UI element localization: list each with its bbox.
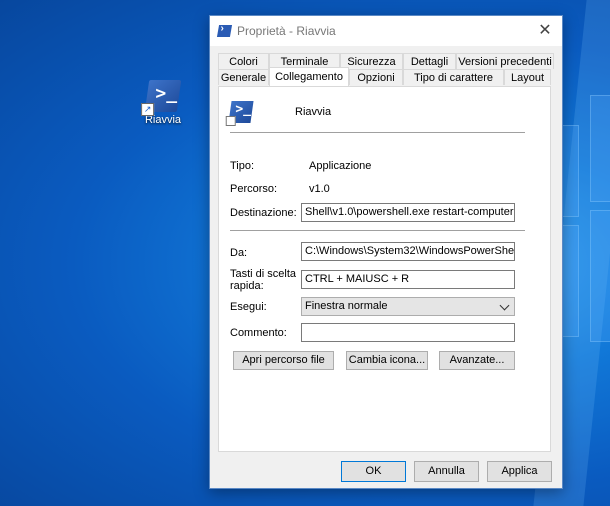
- hotkey-field[interactable]: CTRL + MAIUSC + R: [301, 270, 515, 289]
- powershell-icon: >_: [225, 101, 254, 126]
- separator: [230, 230, 525, 231]
- wallpaper-pane: [590, 95, 610, 202]
- tab-versioni-precedenti[interactable]: Versioni precedenti: [456, 53, 554, 69]
- properties-dialog: › Proprietà - Riavvia ✕ Colori Terminale…: [209, 15, 563, 489]
- open-file-location-button[interactable]: Apri percorso file: [233, 351, 334, 370]
- path-value: v1.0: [309, 183, 330, 195]
- tab-tipo-di-carattere[interactable]: Tipo di carattere: [403, 69, 504, 85]
- close-icon[interactable]: ✕: [534, 20, 556, 42]
- advanced-button[interactable]: Avanzate...: [439, 351, 515, 370]
- run-select-value: Finestra normale: [305, 300, 388, 312]
- start-in-field[interactable]: C:\Windows\System32\WindowsPowerShell\v1…: [301, 242, 515, 261]
- wallpaper-pane: [561, 225, 579, 337]
- shortcut-arrow-icon: ↗: [141, 103, 155, 116]
- start-in-label: Da:: [230, 247, 248, 259]
- powershell-icon: >_ ↗: [141, 80, 182, 116]
- tab-row-2: Generale Collegamento Opzioni Tipo di ca…: [218, 67, 551, 86]
- title-bar[interactable]: › Proprietà - Riavvia ✕: [210, 16, 562, 46]
- tab-colori[interactable]: Colori: [218, 53, 269, 69]
- tab-generale[interactable]: Generale: [218, 69, 269, 85]
- ok-button[interactable]: OK: [341, 461, 406, 482]
- collegamento-panel: >_ Riavvia Tipo: Applicazione Percorso: …: [218, 86, 551, 452]
- tab-sicurezza[interactable]: Sicurezza: [340, 53, 403, 69]
- hotkey-label-line2: rapida:: [230, 280, 264, 292]
- type-label: Tipo:: [230, 160, 255, 172]
- cancel-button[interactable]: Annulla: [414, 461, 479, 482]
- shortcut-name: Riavvia: [295, 106, 332, 118]
- chevron-down-icon: [499, 300, 510, 311]
- powershell-icon: ›: [216, 23, 233, 37]
- desktop-shortcut-riavvia[interactable]: >_ ↗ Riavvia: [136, 80, 190, 126]
- comment-label: Commento:: [230, 327, 287, 339]
- separator: [230, 132, 525, 133]
- tab-opzioni[interactable]: Opzioni: [349, 69, 403, 85]
- hotkey-label-line1: Tasti di scelta: [230, 268, 297, 280]
- wallpaper-pane: [561, 125, 579, 217]
- shortcut-arrow-icon: [225, 116, 236, 126]
- apply-button[interactable]: Applica: [487, 461, 552, 482]
- wallpaper-pane: [590, 210, 610, 342]
- run-label: Esegui:: [230, 301, 267, 313]
- change-icon-button[interactable]: Cambia icona...: [346, 351, 428, 370]
- tab-layout[interactable]: Layout: [504, 69, 551, 85]
- run-select[interactable]: Finestra normale: [301, 297, 515, 316]
- path-label: Percorso:: [230, 183, 278, 195]
- type-value: Applicazione: [309, 160, 372, 172]
- target-field[interactable]: Shell\v1.0\powershell.exe restart-comput…: [301, 203, 515, 222]
- window-title: Proprietà - Riavvia: [237, 24, 336, 38]
- comment-field[interactable]: [301, 323, 515, 342]
- tab-dettagli[interactable]: Dettagli: [403, 53, 456, 69]
- target-label: Destinazione:: [230, 207, 297, 219]
- tab-collegamento[interactable]: Collegamento: [269, 67, 349, 86]
